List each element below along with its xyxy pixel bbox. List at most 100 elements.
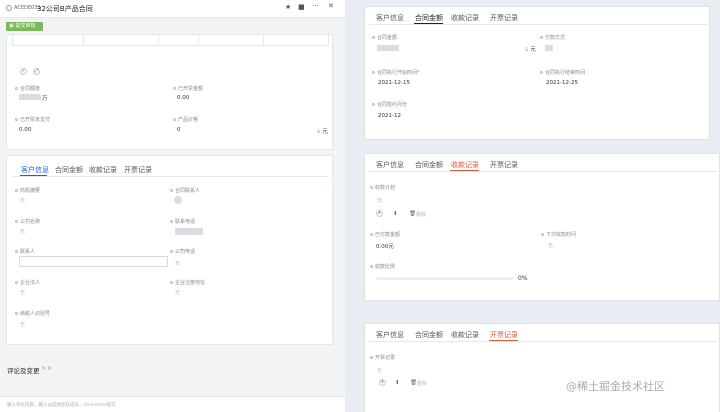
field-label-paid-amount: 已付款金额	[370, 231, 400, 238]
legal-person-empty: 无	[20, 290, 26, 296]
detail-tabs-card: 客户信息 合同金额 收款记录 开票记录 商机摘要 无 合同联系人 公司名称 无 …	[6, 155, 333, 345]
contract-amount-value	[19, 94, 41, 100]
next-payment-empty: 无	[548, 243, 554, 249]
tab-payment-records[interactable]: 收款记录	[451, 13, 479, 23]
delete-icon[interactable]: 🗑	[409, 211, 416, 217]
taxpayer-id-empty: 无	[20, 322, 26, 328]
field-label-contract-amount: 合同额度	[15, 85, 40, 92]
field-label-company-phone: 公司电话	[170, 248, 195, 255]
amount-tab-panel: 客户信息 合同金额 收款记录 开票记录 合同金额 $ 元 付款方式 合同执行开始…	[364, 6, 710, 140]
contract-amount-unit: $ 元	[525, 47, 536, 53]
invoice-records-empty: 无	[377, 368, 383, 374]
field-label-taxpayer-id: 纳税人识别号	[15, 310, 50, 317]
field-label-contract-contact: 合同联系人	[170, 187, 200, 194]
product-price-unit: $ 元	[317, 129, 328, 135]
field-label-end-time: 合同执行结束时间	[540, 69, 585, 76]
invoiced-amount-value: 0.00	[177, 95, 190, 101]
comment-placeholder: 输入评论内容，输入@选择团队成员，ctrl+enter提交	[7, 403, 116, 408]
comments-title: 评论及变更	[7, 367, 40, 375]
field-label-invoiced-amount: 已开票金额	[173, 85, 203, 92]
delete-icon[interactable]: 🗑	[410, 380, 417, 386]
tab-customer-info[interactable]: 客户信息	[376, 330, 404, 340]
tab-customer-info[interactable]: 客户信息	[21, 165, 49, 175]
field-label-sign-month: 合同签约月份	[372, 101, 407, 108]
tab-contract-amount[interactable]: 合同金额	[55, 165, 83, 175]
comment-input[interactable]: 输入评论内容，输入@选择团队成员，ctrl+enter提交	[0, 396, 345, 412]
tab-contract-amount[interactable]: 合同金额	[415, 13, 443, 23]
field-label-company-name: 公司名称	[15, 218, 40, 225]
field-label-payment-plan: 收款计划	[370, 184, 395, 191]
company-name-empty: 无	[20, 229, 26, 235]
edit-icon[interactable]: ✓	[20, 68, 27, 75]
upload-icon[interactable]: ⬆	[393, 211, 398, 217]
payment-method-value	[545, 45, 553, 51]
contact-phone-value	[175, 228, 203, 235]
expand-icon[interactable]: ⤢	[33, 68, 40, 75]
delete-label[interactable]: 删除	[417, 380, 427, 387]
tab-payment-records[interactable]: 收款记录	[89, 165, 117, 175]
contact-select[interactable]	[19, 256, 168, 267]
tab-payment-records[interactable]: 收款记录	[451, 160, 479, 170]
pin-icon[interactable]: ■	[298, 3, 305, 11]
add-icon[interactable]: +	[376, 210, 383, 217]
tab-invoice-records[interactable]: 开票记录	[490, 330, 518, 340]
tab-payment-records[interactable]: 收款记录	[451, 330, 479, 340]
payment-ratio-track	[376, 277, 513, 280]
contract-amount-unit-text: 元	[530, 47, 536, 53]
watermark: @稀土掘金技术社区	[566, 380, 665, 393]
contract-detail-panel: ACEDE032 32公司B产品合同 ★ ■ ··· ✕ ▣ 提交审核 ✓ ⤢ …	[0, 0, 345, 412]
registered-address-empty: 无	[175, 290, 181, 296]
contract-amount-unit: 万	[42, 96, 48, 102]
field-label-contact-phone: 联系电话	[170, 218, 195, 225]
start-time-value: 2021-12-15	[378, 80, 410, 86]
contract-amount-value	[377, 45, 399, 51]
field-label-invoiced-unpaid: 已开票未支付	[15, 116, 50, 123]
add-icon[interactable]: +	[379, 379, 386, 386]
tab-invoice-records[interactable]: 开票记录	[490, 13, 518, 23]
product-price-unit-text: 元	[322, 129, 328, 135]
company-phone-empty: 无	[175, 261, 181, 267]
tab-contract-amount[interactable]: 合同金额	[415, 160, 443, 170]
delete-label[interactable]: 删除	[416, 211, 426, 218]
product-price-value: 0	[177, 127, 181, 133]
field-label-registered-address: 企业注册地址	[170, 279, 205, 286]
field-label-contact: 联系人	[15, 248, 35, 255]
tabs-divider	[369, 341, 717, 342]
tab-customer-info[interactable]: 客户信息	[376, 160, 404, 170]
payment-tab-panel: 客户信息 合同金额 收款记录 开票记录 收款计划 无 + ⬆ 🗑 删除 已付款金…	[364, 153, 720, 301]
comments-count: 0	[48, 366, 52, 372]
tab-customer-info[interactable]: 客户信息	[376, 13, 404, 23]
tab-contract-amount[interactable]: 合同金额	[415, 330, 443, 340]
payment-plan-empty: 无	[377, 198, 383, 204]
field-label-contract-amount: 合同金额	[372, 34, 397, 41]
payment-ratio-text: 0%	[518, 275, 528, 282]
tabs-divider	[369, 24, 707, 25]
end-time-value: 2021-12-25	[546, 80, 578, 86]
close-icon[interactable]: ✕	[328, 2, 334, 10]
comments-count-icon: ✎	[42, 366, 47, 372]
submit-review-label: 提交审核	[15, 23, 36, 29]
upload-icon[interactable]: ⬆	[395, 380, 400, 386]
tab-invoice-records[interactable]: 开票记录	[124, 165, 152, 175]
star-icon[interactable]: ★	[285, 3, 291, 11]
field-label-payment-ratio: 收款比例	[370, 263, 395, 270]
field-label-product-price: 产品价格	[173, 116, 198, 123]
opportunity-empty: 无	[20, 198, 26, 204]
detail-header: ACEDE032 32公司B产品合同 ★ ■ ··· ✕	[0, 0, 345, 18]
field-label-next-payment: 下次收款时间	[541, 231, 576, 238]
field-label-invoice-records: 开票记录	[370, 354, 395, 361]
paid-amount-value: 0.00元	[376, 244, 394, 250]
contract-contact-value	[174, 196, 182, 204]
more-icon[interactable]: ···	[312, 2, 319, 10]
contract-title: 32公司B产品合同	[37, 5, 93, 13]
submit-review-button[interactable]: ▣ 提交审核	[6, 22, 43, 31]
contract-icon	[6, 5, 12, 11]
attachment-table	[12, 35, 329, 46]
basic-info-card: ✓ ⤢ 合同额度 万 已开票金额 0.00 已开票未支付 0.00 产品价格 0…	[6, 34, 333, 150]
field-label-legal-person: 企业法人	[15, 279, 40, 286]
field-label-start-time: 合同执行开始时间*	[372, 69, 420, 76]
invoiced-unpaid-value: 0.00	[19, 127, 32, 133]
tab-invoice-records[interactable]: 开票记录	[490, 160, 518, 170]
sign-month-value: 2021-12	[378, 113, 401, 119]
tabs-divider	[12, 176, 329, 177]
